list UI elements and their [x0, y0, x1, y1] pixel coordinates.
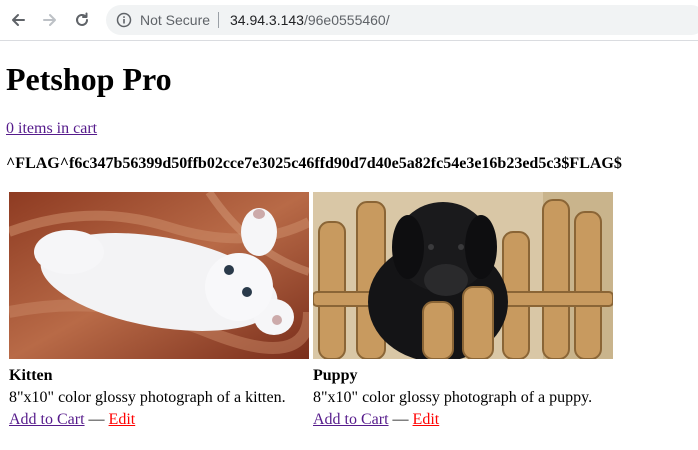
edit-link[interactable]: Edit	[413, 411, 440, 428]
cart-link[interactable]: 0 items in cart	[6, 120, 97, 138]
product-card-kitten: Kitten 8"x10" color glossy photograph of…	[9, 192, 309, 428]
omnibox-divider	[218, 12, 219, 28]
product-actions: Add to Cart — Edit	[313, 411, 439, 429]
page-title: Petshop Pro	[6, 61, 172, 97]
action-separator: —	[88, 411, 105, 428]
url-host: 34.94.3.143	[230, 12, 304, 28]
add-to-cart-link[interactable]: Add to Cart	[313, 411, 389, 428]
security-status[interactable]: Not Secure	[140, 12, 210, 28]
info-icon[interactable]	[116, 12, 132, 28]
product-name: Kitten	[9, 367, 53, 384]
product-description: 8"x10" color glossy photograph of a pupp…	[313, 389, 593, 406]
product-description: 8"x10" color glossy photograph of a kitt…	[9, 389, 286, 406]
url-path: /96e0555460/	[303, 12, 390, 28]
browser-toolbar: Not Secure 34.94.3.143/96e0555460/	[0, 0, 698, 41]
add-to-cart-link[interactable]: Add to Cart	[9, 411, 85, 428]
url-text[interactable]: 34.94.3.143/96e0555460/	[230, 12, 390, 28]
puppy-photo	[313, 192, 613, 359]
product-card-puppy: Puppy 8"x10" color glossy photograph of …	[313, 192, 613, 428]
back-arrow-icon[interactable]	[6, 8, 30, 32]
flag-text: ^FLAG^f6c347b56399d50ffb02cce7e3025c46ff…	[6, 155, 622, 172]
product-name: Puppy	[313, 367, 358, 384]
reload-icon[interactable]	[70, 8, 94, 32]
address-bar[interactable]: Not Secure 34.94.3.143/96e0555460/	[106, 5, 698, 35]
kitten-photo	[9, 192, 309, 359]
forward-arrow-icon[interactable]	[38, 8, 62, 32]
action-separator: —	[392, 411, 409, 428]
edit-link[interactable]: Edit	[109, 411, 136, 428]
product-actions: Add to Cart — Edit	[9, 411, 135, 429]
